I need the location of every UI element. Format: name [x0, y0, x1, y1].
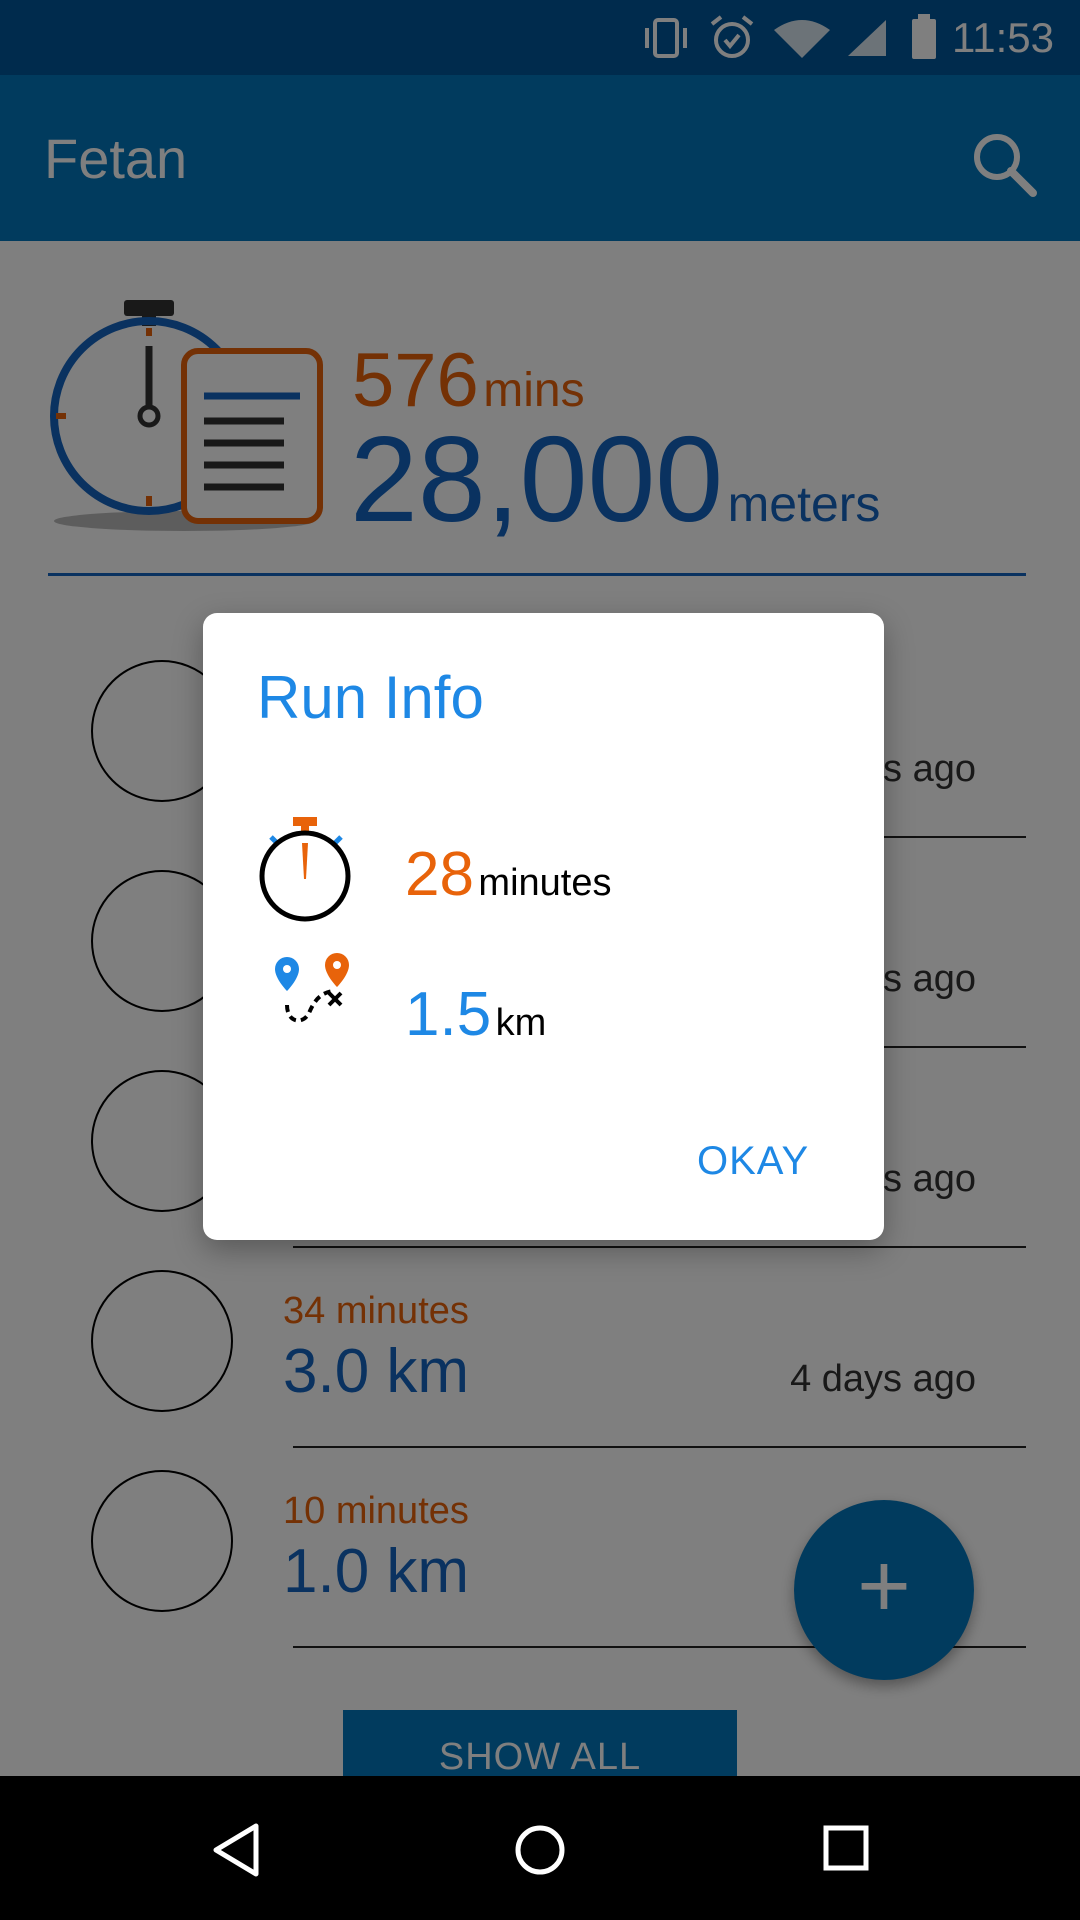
dialog-title: Run Info	[257, 664, 484, 731]
navigation-bar	[0, 1776, 1080, 1920]
dialog-duration: 28 minutes	[405, 839, 611, 910]
stopwatch-icon	[259, 817, 351, 922]
run-info-dialog: Run Info 28 minutes 1.5 km OKAY	[203, 613, 884, 1240]
duration-unit: minutes	[478, 862, 612, 904]
dialog-distance: 1.5 km	[405, 979, 546, 1050]
home-icon[interactable]	[510, 1820, 570, 1880]
distance-value: 1.5	[405, 980, 492, 1049]
okay-button[interactable]: OKAY	[697, 1139, 809, 1184]
duration-value: 28	[405, 840, 474, 909]
route-icon	[275, 953, 349, 1023]
back-icon[interactable]	[208, 1820, 264, 1880]
distance-unit: km	[495, 1002, 547, 1044]
recents-icon[interactable]	[818, 1820, 874, 1876]
